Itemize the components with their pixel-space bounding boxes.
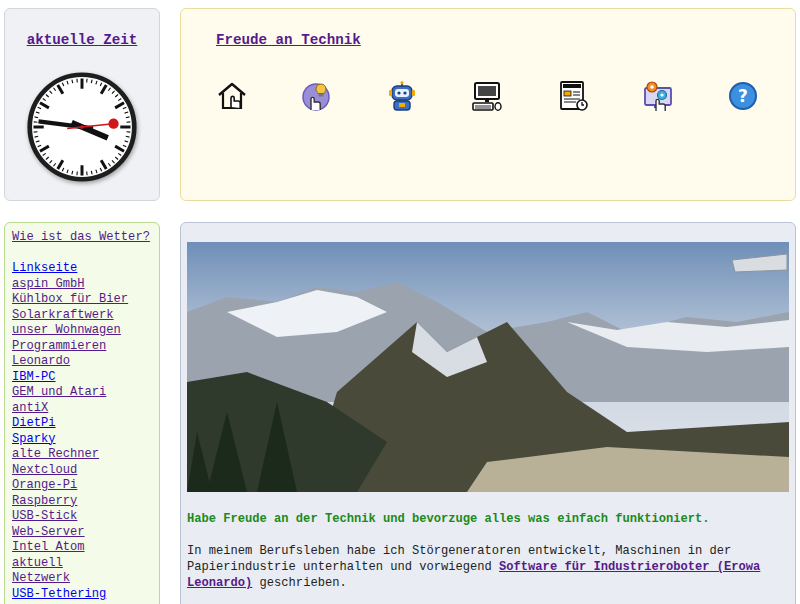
sidebar-item[interactable]: Sparky (12, 432, 56, 448)
sidebar-item[interactable]: USB-Stick (12, 509, 77, 525)
sidebar-item[interactable]: Netzwerk (12, 571, 70, 587)
intro-after: geschrieben. (252, 576, 346, 590)
sidebar-menu: Linkseiteaspin GmbHKühlbox für BierSolar… (12, 261, 152, 602)
sidebar-item[interactable]: antiX (12, 401, 48, 417)
sidebar-item[interactable]: Leonardo (12, 354, 70, 370)
help-icon[interactable]: ? (727, 80, 759, 112)
intro-text: In meinem Berufsleben habe ich Störgener… (187, 543, 789, 591)
webcam-image[interactable] (187, 242, 789, 492)
sidebar-item[interactable]: Intel Atom (12, 540, 85, 556)
sidebar-item[interactable]: Raspberry (12, 494, 77, 510)
clock (26, 71, 138, 183)
settings-icon[interactable] (642, 80, 674, 112)
computer-icon[interactable] (471, 80, 503, 112)
weather-link[interactable]: Wie ist das Wetter? (12, 230, 150, 244)
help-glyph: ? (729, 82, 757, 110)
main-panel: Habe Freude an der Technik und bevorzuge… (180, 222, 796, 604)
clock-panel: aktuelle Zeit (4, 8, 160, 201)
project-icon[interactable] (557, 80, 589, 112)
weather-row: Wie ist das Wetter? (12, 230, 152, 246)
sidebar-item[interactable]: unser Wohnwagen (12, 323, 121, 339)
clock-title-link[interactable]: aktuelle Zeit (27, 32, 138, 48)
sidebar-item[interactable]: Kühlbox für Bier (12, 292, 128, 308)
sidebar-item[interactable]: Web-Server (12, 525, 85, 541)
sidebar-item[interactable]: alte Rechner (12, 447, 99, 463)
sidebar-item[interactable]: Solarkraftwerk (12, 308, 114, 324)
sidebar-item[interactable]: aktuell (12, 556, 63, 572)
sidebar-item[interactable]: IBM-PC (12, 370, 56, 386)
robot-icon[interactable] (386, 80, 418, 112)
second-hand (67, 118, 120, 134)
idea-icon[interactable] (301, 80, 333, 112)
header-panel: Freude an Technik? (180, 8, 796, 201)
header-title-row: Freude an Technik (216, 32, 759, 49)
header-title-link[interactable]: Freude an Technik (216, 32, 361, 48)
page-layout: aktuelle Zeit Freude an Technik? Wie ist… (0, 0, 800, 604)
tagline: Habe Freude an der Technik und bevorzuge… (187, 511, 789, 527)
sidebar-item[interactable]: Orange-Pi (12, 478, 77, 494)
sidebar-item[interactable]: aspin GmbH (12, 277, 85, 293)
sidebar-item[interactable]: Linkseite (12, 261, 77, 277)
sidebar-item[interactable]: GEM und Atari (12, 385, 106, 401)
sidebar-item[interactable]: DietPi (12, 416, 56, 432)
icon-nav: ? (216, 80, 759, 112)
sidebar-item[interactable]: Programmieren (12, 339, 106, 355)
sidebar-item[interactable]: USB-Tethering (12, 587, 106, 603)
sidebar-panel: Wie ist das Wetter? Linkseiteaspin GmbHKü… (4, 222, 160, 604)
home-icon[interactable] (216, 80, 248, 112)
sidebar-item[interactable]: Nextcloud (12, 463, 77, 479)
